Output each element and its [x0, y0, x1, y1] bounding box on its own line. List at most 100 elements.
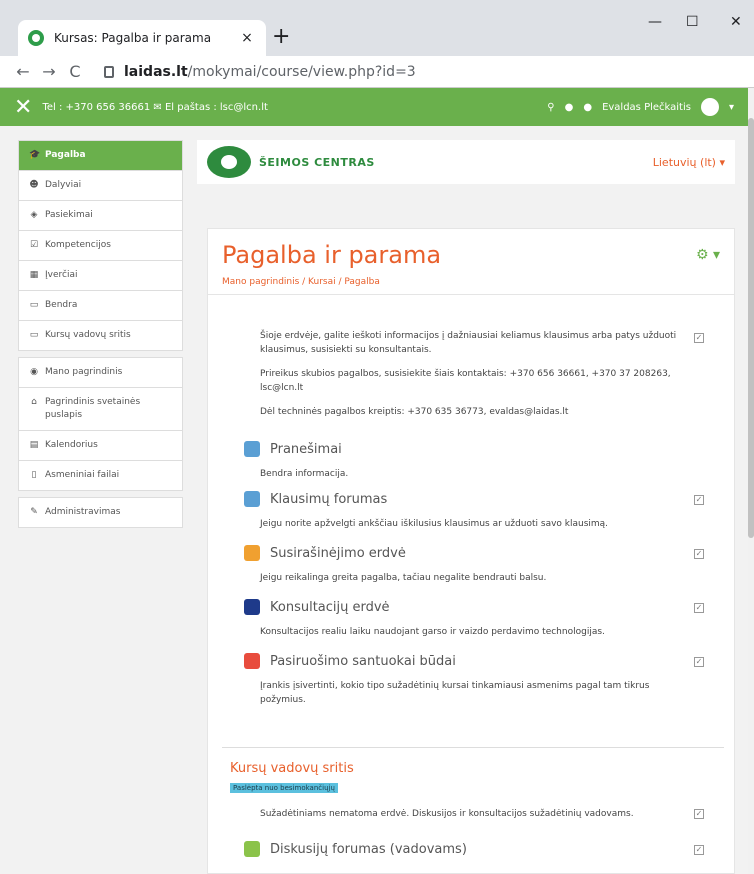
bell-icon[interactable]: ●	[565, 102, 574, 113]
back-icon[interactable]: ←	[10, 62, 36, 81]
activity-link[interactable]: Konsultacijų erdvė	[244, 599, 390, 615]
completion-checkbox[interactable]: ✓	[694, 845, 704, 855]
hidden-badge: Paslėpta nuo besimokančiųjų	[230, 783, 338, 793]
sidebar-item-label: Kursų vadovų sritis	[45, 330, 131, 340]
completion-checkbox[interactable]: ✓	[694, 657, 704, 667]
sidebar-item[interactable]: ⌂ Pagrindinis svetainės puslapis	[18, 387, 183, 430]
completion-checkbox[interactable]: ✓	[694, 333, 704, 343]
activity-name[interactable]: Konsultacijų erdvė	[270, 600, 390, 615]
wrench-icon: ✎	[30, 507, 38, 517]
sidebar-item-label: Mano pagrindinis	[45, 367, 123, 377]
activity-icon	[244, 653, 260, 669]
search-icon[interactable]: ⚲	[547, 102, 554, 113]
url-path: /mokymai/course/view.php?id=3	[187, 64, 416, 80]
activity-name[interactable]: Klausimų forumas	[270, 492, 387, 507]
completion-checkbox[interactable]: ✓	[694, 809, 704, 819]
tab-close-icon[interactable]: ×	[238, 30, 256, 46]
activity-icon	[244, 545, 260, 561]
reload-icon[interactable]: C	[62, 62, 88, 81]
scrollbar-thumb[interactable]	[748, 118, 754, 538]
sidebar-item-label: Įverčiai	[45, 270, 78, 280]
sidebar-item[interactable]: ▯ Asmeniniai failai	[18, 460, 183, 490]
activity-link[interactable]: Pasiruošimo santuokai būdai	[244, 653, 456, 669]
sidebar-item[interactable]: ✎ Administravimas	[18, 497, 183, 527]
brand-name: ŠEIMOS CENTRAS	[259, 155, 375, 169]
activity-name[interactable]: Diskusijų forumas (vadovams)	[270, 842, 467, 857]
sidebar-item[interactable]: ◈ Pasiekimai	[18, 200, 183, 230]
url-field[interactable]: laidas.lt/mokymai/course/view.php?id=3	[104, 59, 684, 85]
avatar[interactable]	[700, 98, 719, 116]
section-title[interactable]: Kursų vadovų sritis	[230, 761, 354, 776]
completion-checkbox[interactable]: ✓	[694, 495, 704, 505]
sidebar-group-site: ◉ Mano pagrindinis ⌂ Pagrindinis svetainės …	[18, 357, 183, 491]
user-name[interactable]: Evaldas Plečkaitis	[602, 102, 691, 113]
site-navbar: ✕ Tel : +370 656 36661 ✉ El paštas : lsc…	[0, 88, 748, 126]
forum-icon	[244, 841, 260, 857]
close-window-button[interactable]: ✕	[730, 14, 742, 30]
activity-description: Jeigu norite apžvelgti ankščiau iškilusi…	[260, 519, 609, 529]
chevron-down-icon[interactable]: ▾	[729, 102, 734, 113]
checkbox-icon: ☑	[29, 240, 39, 250]
sidebar-group-course: 🎓 Pagalba ☻ Dalyviai ◈ Pasiekimai ☑ Kompetencij…	[18, 140, 183, 351]
completion-checkbox[interactable]: ✓	[694, 603, 704, 613]
sidebar-item-label: Pasiekimai	[45, 210, 93, 220]
sidebar-item-label: Kalendorius	[45, 440, 98, 450]
sidebar-item-label: Pagalba	[45, 150, 86, 160]
folder-icon: ▭	[29, 300, 39, 310]
section-description: Sužadėtiniams nematoma erdvė. Diskusijos…	[260, 809, 634, 819]
activity-icon	[244, 491, 260, 507]
gear-icon[interactable]: ⚙ ▾	[696, 247, 720, 263]
activity-description: Konsultacijos realiu laiku naudojant gar…	[260, 627, 605, 637]
course-content: Šioje erdvėje, galite ieškoti informacij…	[207, 294, 735, 874]
activity-link[interactable]: Klausimų forumas	[244, 491, 387, 507]
file-icon: ▯	[31, 470, 37, 480]
activity-name[interactable]: Pasiruošimo santuokai būdai	[270, 654, 456, 669]
sidebar-item-label: Kompetencijos	[45, 240, 111, 250]
contact-info: Tel : +370 656 36661 ✉ El paštas : lsc@l…	[42, 101, 268, 113]
favicon-icon	[28, 30, 44, 46]
logo-icon[interactable]	[207, 146, 251, 178]
address-bar-row: ← → C laidas.lt/mokymai/course/view.php?…	[0, 56, 754, 132]
browser-tab[interactable]: Kursas: Pagalba ir parama ×	[18, 20, 266, 56]
sidebar-item[interactable]: ◉ Mano pagrindinis	[18, 357, 183, 387]
activity-icon	[244, 441, 260, 457]
sidebar-item[interactable]: ▤ Kalendorius	[18, 430, 183, 460]
activity-link[interactable]: Pranešimai	[244, 441, 342, 457]
dashboard-icon: ◉	[30, 367, 38, 377]
forward-icon[interactable]: →	[36, 62, 62, 81]
sidebar-item[interactable]: ▦ Įverčiai	[18, 260, 183, 290]
language-selector[interactable]: Lietuvių (lt) ▾	[653, 156, 725, 169]
activity-link[interactable]: Susirašinėjimo erdvė	[244, 545, 406, 561]
sidebar-item[interactable]: ▭ Kursų vadovų sritis	[18, 320, 183, 350]
sidebar-item[interactable]: ▭ Bendra	[18, 290, 183, 320]
minimize-button[interactable]: —	[648, 14, 662, 30]
new-tab-button[interactable]: +	[272, 24, 290, 49]
intro-text: Šioje erdvėje, galite ieškoti informacij…	[260, 331, 677, 355]
completion-checkbox[interactable]: ✓	[694, 549, 704, 559]
breadcrumb[interactable]: Mano pagrindinis / Kursai / Pagalba	[222, 277, 720, 287]
section-divider	[222, 747, 724, 748]
shield-icon: ◈	[30, 210, 38, 220]
tech-support-text: Dėl techninės pagalbos kreiptis: +370 63…	[260, 407, 569, 417]
tab-title: Kursas: Pagalba ir parama	[54, 31, 212, 45]
sidebar: 🎓 Pagalba ☻ Dalyviai ◈ Pasiekimai ☑ Kompetencij…	[18, 140, 183, 534]
sidebar-item[interactable]: 🎓 Pagalba	[18, 140, 183, 170]
sidebar-item-label: Pagrindinis svetainės puslapis	[45, 397, 141, 420]
users-icon: ☻	[29, 180, 39, 190]
activity-name[interactable]: Pranešimai	[270, 442, 342, 457]
sidebar-item-label: Asmeniniai failai	[45, 470, 120, 480]
scrollbar[interactable]	[748, 88, 754, 874]
sidebar-group-admin: ✎ Administravimas	[18, 497, 183, 528]
chat-icon[interactable]: ●	[583, 102, 592, 113]
urgent-contact-text: Prireikus skubios pagalbos, susisiekite …	[260, 369, 671, 393]
activity-link[interactable]: Diskusijų forumas (vadovams)	[244, 841, 467, 857]
sidebar-item[interactable]: ☑ Kompetencijos	[18, 230, 183, 260]
maximize-button[interactable]: ☐	[686, 14, 699, 30]
close-drawer-icon[interactable]: ✕	[14, 95, 32, 120]
home-icon: ⌂	[31, 397, 37, 407]
sidebar-item[interactable]: ☻ Dalyviai	[18, 170, 183, 200]
activity-name[interactable]: Susirašinėjimo erdvė	[270, 546, 406, 561]
graduation-cap-icon: 🎓	[29, 150, 41, 160]
table-icon: ▦	[29, 270, 39, 280]
page-title: Pagalba ir parama	[222, 241, 442, 269]
